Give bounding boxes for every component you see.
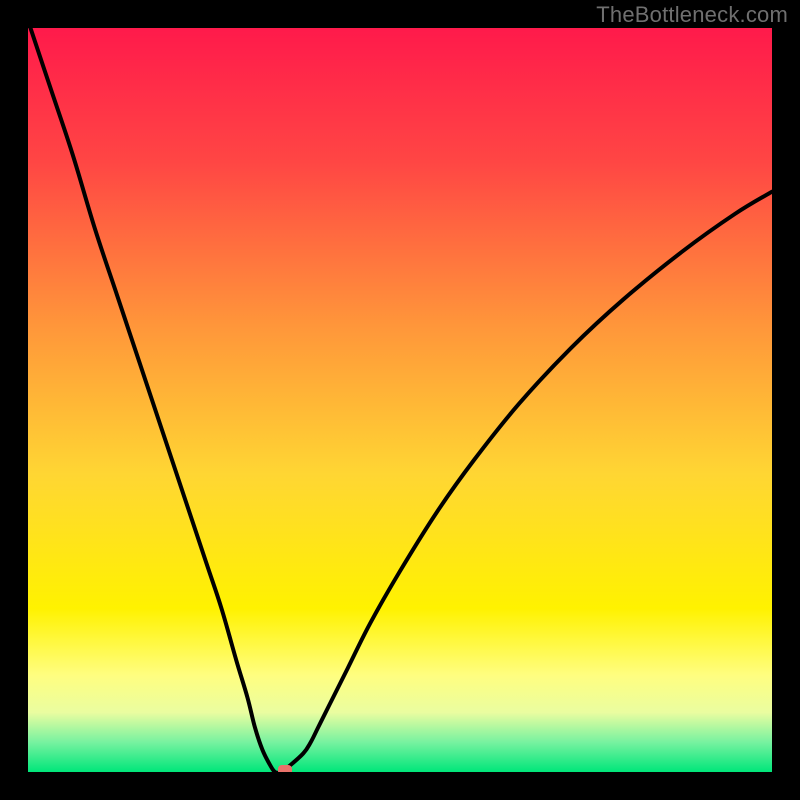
watermark-label: TheBottleneck.com [596, 2, 788, 28]
chart-frame: TheBottleneck.com [0, 0, 800, 800]
highlight-dot [278, 765, 292, 772]
bottleneck-curve [28, 28, 772, 772]
plot-area [28, 28, 772, 772]
